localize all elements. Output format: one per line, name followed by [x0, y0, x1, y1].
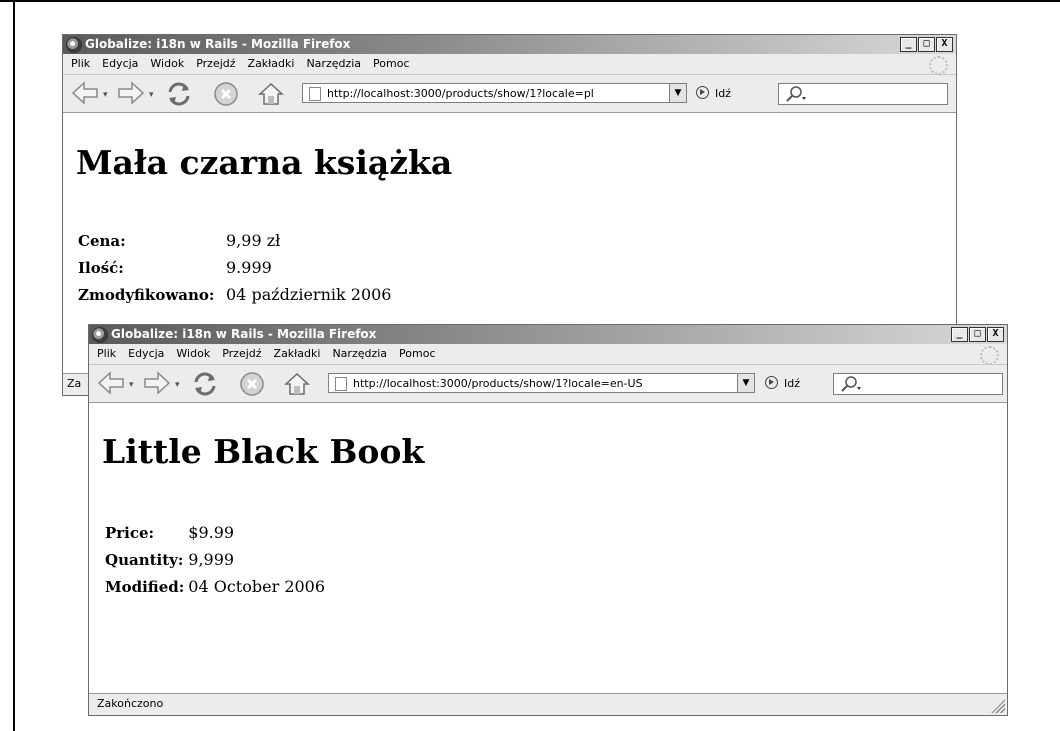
- throbber-icon: [929, 56, 948, 75]
- menu-tools[interactable]: Narzędzia: [306, 57, 361, 70]
- forward-arrow-icon[interactable]: [117, 81, 145, 105]
- figure-border-left: [13, 0, 15, 731]
- navigation-toolbar: ▾ ▾ http://localhost:3000/products/show/…: [89, 365, 1007, 403]
- product-details: Cena: 9,99 zł Ilość: 9.999 Zmodyfikowano…: [78, 227, 395, 308]
- go-icon: [765, 376, 778, 389]
- price-label: Cena:: [78, 231, 126, 250]
- throbber-icon: [980, 346, 999, 365]
- quantity-value: 9.999: [226, 258, 272, 277]
- table-row: Cena: 9,99 zł: [78, 227, 395, 254]
- url-text: http://localhost:3000/products/show/1?lo…: [353, 377, 643, 390]
- menu-view[interactable]: Widok: [150, 57, 184, 70]
- product-heading: Little Black Book: [102, 432, 425, 471]
- reload-icon[interactable]: [191, 371, 219, 397]
- forward-dropdown-icon[interactable]: ▾: [149, 90, 154, 100]
- price-value: 9,99 zł: [226, 231, 281, 250]
- home-icon[interactable]: [257, 81, 285, 107]
- search-input[interactable]: [833, 373, 1003, 395]
- stop-icon[interactable]: [239, 371, 265, 397]
- quantity-label: Ilość:: [78, 258, 124, 277]
- product-heading: Mała czarna książka: [76, 143, 453, 182]
- status-text: Za: [67, 377, 82, 390]
- menu-view[interactable]: Widok: [176, 347, 210, 360]
- stop-icon[interactable]: [213, 81, 239, 107]
- price-value: $9.99: [188, 523, 235, 542]
- menu-edit[interactable]: Edycja: [102, 57, 138, 70]
- window-controls: _ □ X: [900, 37, 953, 52]
- reload-icon[interactable]: [165, 81, 193, 107]
- maximize-button[interactable]: □: [918, 37, 935, 52]
- back-arrow-icon[interactable]: [97, 371, 125, 395]
- figure-border-top: [0, 0, 1060, 2]
- price-label: Price:: [105, 523, 155, 542]
- url-bar[interactable]: http://localhost:3000/products/show/1?lo…: [328, 373, 755, 393]
- quantity-label: Quantity:: [105, 550, 184, 569]
- window-title: Globalize: i18n w Rails - Mozilla Firefo…: [111, 327, 377, 341]
- table-row: Quantity: 9,999: [105, 546, 329, 573]
- table-row: Ilość: 9.999: [78, 254, 395, 281]
- modified-label: Modified:: [105, 577, 185, 596]
- magnifier-icon: [840, 376, 864, 396]
- menu-help[interactable]: Pomoc: [373, 57, 409, 70]
- quantity-value: 9,999: [188, 550, 235, 569]
- firefox-icon: [66, 37, 82, 53]
- magnifier-icon: [785, 86, 809, 106]
- home-icon[interactable]: [283, 371, 311, 397]
- page-icon: [309, 87, 321, 101]
- back-dropdown-icon[interactable]: ▾: [103, 90, 108, 100]
- menu-bar: Plik Edycja Widok Przejdź Zakładki Narzę…: [89, 344, 1007, 365]
- menu-go[interactable]: Przejdź: [196, 57, 235, 70]
- window-title: Globalize: i18n w Rails - Mozilla Firefo…: [85, 37, 351, 51]
- menu-bar: Plik Edycja Widok Przejdź Zakładki Narzę…: [63, 54, 956, 75]
- title-bar: Globalize: i18n w Rails - Mozilla Firefo…: [89, 325, 1007, 344]
- menu-help[interactable]: Pomoc: [399, 347, 435, 360]
- table-row: Modified: 04 October 2006: [105, 573, 329, 600]
- close-button[interactable]: X: [987, 327, 1004, 342]
- forward-arrow-icon[interactable]: [143, 371, 171, 395]
- menu-edit[interactable]: Edycja: [128, 347, 164, 360]
- maximize-button[interactable]: □: [969, 327, 986, 342]
- product-details: Price: $9.99 Quantity: 9,999 Modified: 0…: [105, 519, 329, 600]
- menu-bookmarks[interactable]: Zakładki: [274, 347, 321, 360]
- table-row: Zmodyfikowano: 04 październik 2006: [78, 281, 395, 308]
- menu-file[interactable]: Plik: [71, 57, 90, 70]
- status-bar: Zakończono: [89, 693, 1007, 715]
- browser-window-english: Globalize: i18n w Rails - Mozilla Firefo…: [88, 324, 1008, 716]
- go-label: Idź: [715, 87, 732, 100]
- go-icon: [696, 86, 709, 99]
- go-label: Idź: [784, 377, 801, 390]
- back-dropdown-icon[interactable]: ▾: [129, 380, 134, 390]
- page-content: Little Black Book Price: $9.99 Quantity:…: [89, 403, 1007, 693]
- menu-bookmarks[interactable]: Zakładki: [248, 57, 295, 70]
- table-row: Price: $9.99: [105, 519, 329, 546]
- window-controls: _ □ X: [951, 327, 1004, 342]
- navigation-toolbar: ▾ ▾ http://localhost:3000/products/show/…: [63, 75, 956, 113]
- modified-value: 04 październik 2006: [226, 285, 392, 304]
- forward-dropdown-icon[interactable]: ▾: [175, 380, 180, 390]
- minimize-button[interactable]: _: [951, 327, 968, 342]
- back-arrow-icon[interactable]: [71, 81, 99, 105]
- url-dropdown-icon[interactable]: ▼: [669, 84, 686, 102]
- url-text: http://localhost:3000/products/show/1?lo…: [327, 87, 594, 100]
- menu-tools[interactable]: Narzędzia: [332, 347, 387, 360]
- url-bar[interactable]: http://localhost:3000/products/show/1?lo…: [302, 83, 687, 103]
- status-text: Zakończono: [97, 697, 164, 710]
- firefox-icon: [92, 327, 108, 343]
- go-button[interactable]: Idź: [696, 86, 731, 100]
- minimize-button[interactable]: _: [900, 37, 917, 52]
- page-icon: [335, 377, 347, 391]
- modified-label: Zmodyfikowano:: [78, 285, 215, 304]
- menu-file[interactable]: Plik: [97, 347, 116, 360]
- search-input[interactable]: [778, 83, 948, 105]
- url-dropdown-icon[interactable]: ▼: [737, 374, 754, 392]
- close-button[interactable]: X: [936, 37, 953, 52]
- title-bar: Globalize: i18n w Rails - Mozilla Firefo…: [63, 35, 956, 54]
- menu-go[interactable]: Przejdź: [222, 347, 261, 360]
- modified-value: 04 October 2006: [188, 577, 326, 596]
- resize-grip-icon[interactable]: [991, 699, 1005, 713]
- go-button[interactable]: Idź: [765, 376, 800, 390]
